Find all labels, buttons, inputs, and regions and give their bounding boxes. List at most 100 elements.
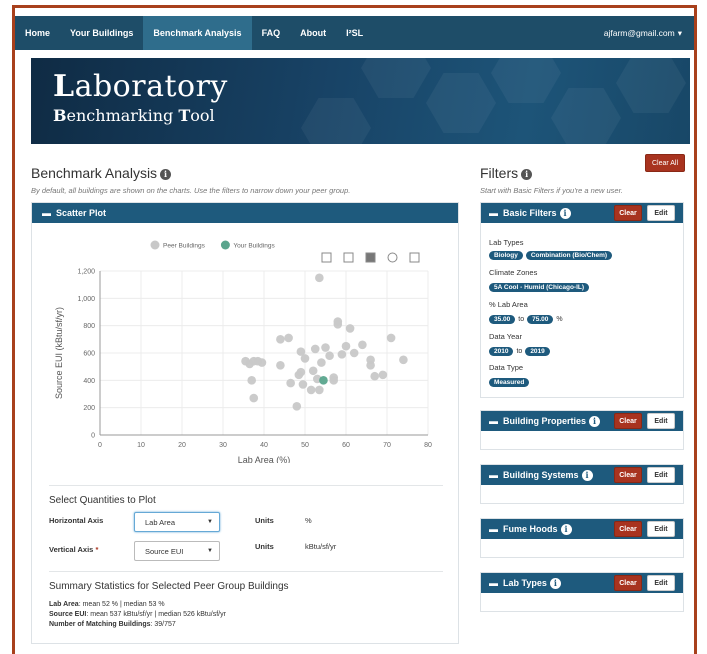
- info-icon[interactable]: i: [521, 168, 533, 180]
- scatter-chart: 0 10 20 30 40 50 60 70 8002004006008001,0001,200…: [54, 240, 432, 463]
- y-tick-label: 600: [83, 351, 95, 358]
- basic-filters-header[interactable]: ▬ Basic Filters i Clear Edit: [481, 203, 683, 223]
- building-systems-header[interactable]: ▬ Building Systems i Clear Edit: [481, 465, 683, 485]
- caret-down-icon: ▼: [207, 548, 213, 554]
- tag-year-min: 2010: [489, 347, 514, 356]
- excel-icon[interactable]: [365, 252, 376, 263]
- peer-building-point: [249, 393, 259, 403]
- horizontal-axis-select[interactable]: Lab Area ▼: [134, 512, 220, 532]
- summary-count: Number of Matching Buildings: 39/757: [49, 621, 176, 628]
- pct-lab-area-range: 35.00 to 75.00 %: [489, 315, 563, 324]
- h-units-label: Units: [255, 516, 274, 525]
- nav-benchmark-analysis[interactable]: Benchmark Analysis: [143, 16, 252, 50]
- legend-label: Your Buildings: [233, 243, 275, 250]
- tag-climate: 5A Cool - Humid (Chicago-IL): [489, 283, 590, 292]
- edit-building-properties-button[interactable]: Edit: [647, 413, 675, 429]
- peer-building-point: [329, 376, 339, 385]
- legend-marker: [150, 240, 160, 250]
- peer-building-point: [337, 350, 347, 359]
- horizontal-axis-label: Horizontal Axis: [49, 516, 104, 525]
- edit-building-systems-button[interactable]: Edit: [647, 467, 675, 483]
- peer-building-point: [315, 273, 324, 283]
- info-icon[interactable]: i: [589, 415, 601, 427]
- scatter-plot-header[interactable]: ▬ Scatter Plot: [32, 203, 458, 223]
- banner-subtitle: Benchmarking Tool: [53, 106, 215, 125]
- peer-building-point: [292, 402, 302, 411]
- banner-title: Laboratory: [53, 69, 228, 104]
- v-units-value: kBtu/sf/yr: [305, 542, 337, 551]
- collapse-icon: ▬: [489, 578, 498, 588]
- data-type-label: Data Type: [489, 363, 524, 372]
- x-axis-title: Lab Area (%): [238, 455, 291, 463]
- info-icon[interactable]: i: [559, 207, 571, 219]
- peer-building-point: [315, 385, 324, 395]
- pct-lab-area-label: % Lab Area: [489, 300, 528, 309]
- x-tick-label: 0: [98, 442, 102, 449]
- clear-building-properties-button[interactable]: Clear: [614, 413, 642, 429]
- tag-combination: Combination (Bio/Chem): [525, 251, 613, 260]
- peer-building-point: [349, 348, 359, 358]
- crop-icon[interactable]: [321, 252, 332, 263]
- edit-basic-filters-button[interactable]: Edit: [647, 205, 675, 221]
- caret-down-icon: ▼: [207, 519, 213, 525]
- user-menu[interactable]: ajfarm@gmail.com ▾: [604, 28, 694, 39]
- peer-building-point: [321, 343, 330, 352]
- refresh-icon[interactable]: [387, 252, 398, 263]
- nav-i2sl[interactable]: I²SL: [336, 16, 373, 50]
- fume-hoods-panel: ▬ Fume Hoods i Clear Edit: [480, 518, 684, 558]
- collapse-icon: ▬: [42, 208, 51, 218]
- y-tick-label: 0: [91, 433, 95, 440]
- peer-building-point: [306, 385, 316, 395]
- peer-building-point: [325, 351, 334, 361]
- summary-title: Summary Statistics for Selected Peer Gro…: [49, 581, 289, 592]
- benchmark-hint: By default, all buildings are shown on t…: [31, 186, 351, 195]
- clear-fume-hoods-button[interactable]: Clear: [614, 521, 642, 537]
- x-tick-label: 20: [178, 442, 186, 449]
- user-email: ajfarm@gmail.com: [603, 28, 675, 38]
- info-icon[interactable]: i: [560, 523, 572, 535]
- edit-fume-hoods-button[interactable]: Edit: [647, 521, 675, 537]
- y-axis-title: Source EUI (kBtu/sf/yr): [54, 307, 64, 399]
- x-tick-label: 60: [342, 442, 350, 449]
- building-properties-panel: ▬ Building Properties i Clear Edit: [480, 410, 684, 450]
- y-tick-label: 400: [83, 378, 95, 385]
- nav-about[interactable]: About: [290, 16, 336, 50]
- summary-source-eui: Source EUI: mean 537 kBtu/sf/yr | median…: [49, 611, 226, 618]
- download-icon[interactable]: [409, 252, 420, 263]
- peer-building-point: [366, 361, 375, 370]
- scatter-plot-card: ▬ Scatter Plot 0 10 20 30 40 50 60 70 80 0 200 400 6…: [31, 202, 459, 644]
- info-icon[interactable]: i: [160, 168, 172, 180]
- peer-building-point: [298, 380, 308, 389]
- x-tick-label: 50: [301, 442, 309, 449]
- fume-hoods-header[interactable]: ▬ Fume Hoods i Clear Edit: [481, 519, 683, 539]
- nav-faq[interactable]: FAQ: [252, 16, 291, 50]
- info-icon[interactable]: i: [581, 469, 593, 481]
- crop-icon[interactable]: [343, 252, 354, 263]
- divider: [49, 571, 443, 572]
- peer-building-point: [358, 340, 367, 350]
- clear-basic-filters-button[interactable]: Clear: [614, 205, 642, 221]
- lab-types-header[interactable]: ▬ Lab Types i Clear Edit: [481, 573, 683, 593]
- top-navbar: Home Your Buildings Benchmark Analysis F…: [15, 16, 694, 50]
- edit-lab-types-button[interactable]: Edit: [647, 575, 675, 591]
- clear-all-button[interactable]: Clear All: [645, 154, 685, 172]
- peer-building-point: [399, 355, 408, 365]
- nav-home[interactable]: Home: [15, 16, 60, 50]
- clear-lab-types-button[interactable]: Clear: [614, 575, 642, 591]
- collapse-icon: ▬: [489, 416, 498, 426]
- info-icon[interactable]: i: [549, 577, 561, 589]
- vertical-axis-select[interactable]: Source EUI ▼: [134, 541, 220, 561]
- x-tick-label: 10: [137, 442, 145, 449]
- clear-building-systems-button[interactable]: Clear: [614, 467, 642, 483]
- peer-building-point: [317, 358, 326, 367]
- your-building-point: [319, 376, 328, 385]
- peer-building-point: [276, 335, 285, 344]
- lab-types-panel: ▬ Lab Types i Clear Edit: [480, 572, 684, 612]
- filters-hint: Start with Basic Filters if you're a new…: [480, 186, 623, 195]
- building-properties-header[interactable]: ▬ Building Properties i Clear Edit: [481, 411, 683, 431]
- peer-building-point: [310, 344, 320, 354]
- peer-building-point: [308, 366, 318, 376]
- nav-your-buildings[interactable]: Your Buildings: [60, 16, 143, 50]
- peer-building-point: [370, 371, 380, 381]
- climate-zones-label: Climate Zones: [489, 268, 538, 277]
